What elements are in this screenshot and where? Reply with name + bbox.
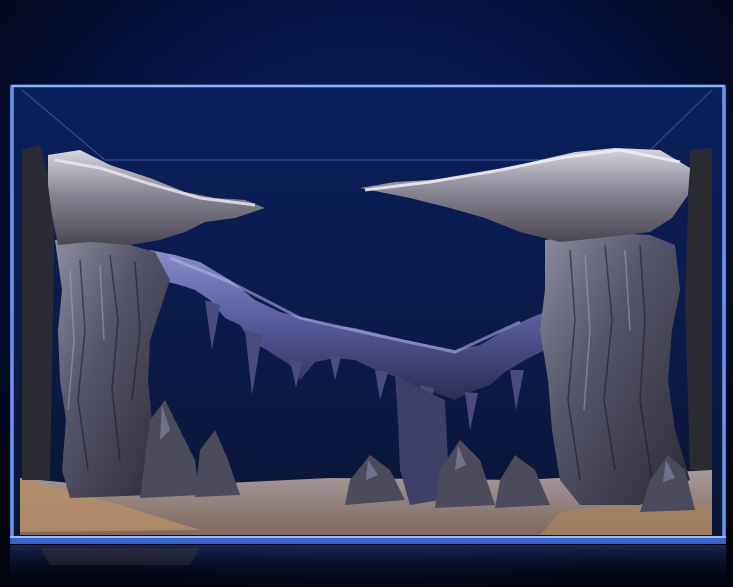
reflection-sand [40,548,200,565]
aquascape-svg [0,0,733,587]
aquascape-photo [0,0,733,587]
tank-bottom-highlight [10,536,726,538]
back-rock-right [685,148,712,470]
